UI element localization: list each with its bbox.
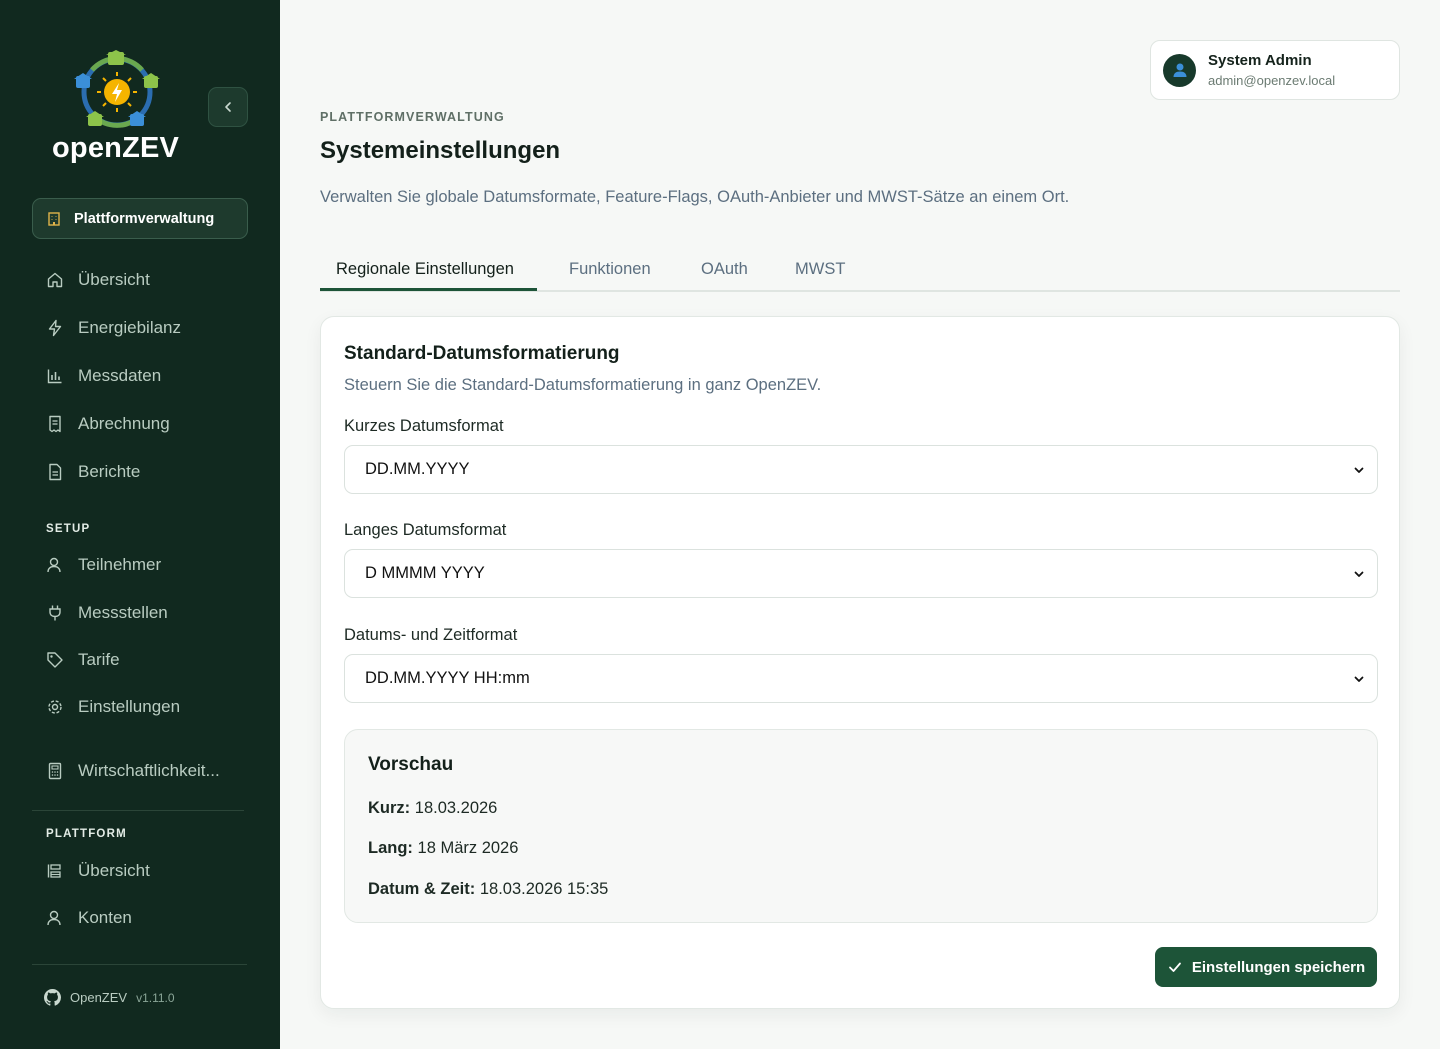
sidebar-footer[interactable]: OpenZEV v1.11.0 xyxy=(44,989,175,1006)
long-date-format-select[interactable]: D MMMM YYYY xyxy=(344,549,1378,598)
user-name: System Admin xyxy=(1208,52,1312,69)
save-settings-button[interactable]: Einstellungen speichern xyxy=(1155,947,1377,987)
sidebar-item-label: Wirtschaftlichkeit... xyxy=(78,761,220,780)
avatar xyxy=(1163,53,1196,87)
sidebar-item-label: Tarife xyxy=(78,650,120,669)
tab-oauth[interactable]: OAuth xyxy=(701,260,748,279)
card-description: Steuern Sie die Standard-Datumsformatier… xyxy=(344,376,822,394)
chevron-down-icon xyxy=(1354,571,1364,577)
platform-section-heading: PLATTFORM xyxy=(46,828,127,840)
sidebar-item-settings[interactable]: Einstellungen xyxy=(32,687,248,727)
sidebar-item-label: Übersicht xyxy=(78,861,150,880)
save-button-label: Einstellungen speichern xyxy=(1191,958,1366,976)
sidebar-item-reports[interactable]: Berichte xyxy=(32,452,248,492)
page-description: Verwalten Sie globale Datumsformate, Fea… xyxy=(320,188,1070,206)
bar-chart-icon xyxy=(47,369,62,384)
preview-label: Kurz: xyxy=(368,799,411,817)
user-icon xyxy=(47,910,61,926)
card-title: Standard-Datumsformatierung xyxy=(344,343,620,364)
platform-admin-pill[interactable]: Plattformverwaltung xyxy=(32,198,248,239)
document-icon xyxy=(49,463,62,481)
logo-mark-icon xyxy=(74,50,160,128)
calculator-icon xyxy=(48,762,62,780)
sidebar-item-metering-points[interactable]: Messstellen xyxy=(32,593,248,633)
building-icon xyxy=(48,211,60,226)
preview-label: Lang: xyxy=(368,839,413,857)
user-icon xyxy=(47,557,61,573)
footer-version: v1.11.0 xyxy=(136,990,175,1005)
sidebar-item-energy-balance[interactable]: Energiebilanz xyxy=(32,308,248,348)
user-menu[interactable]: System Admin admin@openzev.local xyxy=(1150,40,1400,100)
preview-row-datetime: Datum & Zeit: 18.03.2026 15:35 xyxy=(368,880,608,899)
tab-features[interactable]: Funktionen xyxy=(569,260,651,279)
sidebar-item-accounts[interactable]: Konten xyxy=(32,898,248,938)
sidebar-item-label: Berichte xyxy=(78,462,141,481)
active-tab-indicator xyxy=(320,288,537,291)
user-email: admin@openzev.local xyxy=(1208,73,1336,88)
page-title: Systemeinstellungen xyxy=(320,137,561,164)
user-avatar-icon xyxy=(1173,63,1186,77)
collapse-sidebar-button[interactable] xyxy=(208,87,248,127)
sidebar-item-label: Abrechnung xyxy=(78,414,170,433)
preview-row-long: Lang: 18 März 2026 xyxy=(368,839,518,858)
date-format-card: Standard-Datumsformatierung Steuern Sie … xyxy=(320,316,1400,1009)
preview-value: 18.03.2026 xyxy=(414,799,498,817)
sidebar-item-metering-data[interactable]: Messdaten xyxy=(32,356,248,396)
sidebar-item-label: Messdaten xyxy=(78,366,162,385)
sidebar-item-label: Messstellen xyxy=(78,603,168,622)
sidebar-divider xyxy=(32,964,247,965)
tab-regional-settings[interactable]: Regionale Einstellungen xyxy=(336,260,514,279)
preview-row-short: Kurz: 18.03.2026 xyxy=(368,799,497,818)
short-date-format-select[interactable]: DD.MM.YYYY xyxy=(344,445,1378,494)
home-icon xyxy=(47,272,63,288)
sidebar-item-label: Teilnehmer xyxy=(78,555,162,574)
gear-icon xyxy=(48,700,62,714)
sidebar-item-billing[interactable]: Abrechnung xyxy=(32,404,248,444)
preview-label: Datum & Zeit: xyxy=(368,880,476,898)
preview-value: 18 März 2026 xyxy=(417,839,519,857)
chevron-down-icon xyxy=(1354,467,1364,473)
plug-icon xyxy=(49,605,61,621)
sidebar: openZEV Plattformverwaltung Übersicht En… xyxy=(0,0,280,1049)
sidebar-divider xyxy=(32,810,244,811)
preview-value: 18.03.2026 15:35 xyxy=(479,880,609,898)
setup-section-heading: SETUP xyxy=(46,523,91,535)
short-date-format-label: Kurzes Datumsformat xyxy=(344,417,504,435)
settings-tabs: Regionale Einstellungen Funktionen OAuth… xyxy=(320,250,1400,292)
tag-icon xyxy=(47,652,63,668)
select-value: DD.MM.YYYY HH:mm xyxy=(365,669,530,687)
platform-admin-label: Plattformverwaltung xyxy=(74,210,215,227)
page-eyebrow: PLATTFORMVERWALTUNG xyxy=(320,110,505,124)
datetime-format-select[interactable]: DD.MM.YYYY HH:mm xyxy=(344,654,1378,703)
chevron-down-icon xyxy=(1354,676,1364,682)
logo-text: openZEV xyxy=(52,132,180,164)
preview-panel: Vorschau Kurz: 18.03.2026 Lang: 18 März … xyxy=(344,729,1378,923)
sidebar-item-platform-overview[interactable]: Übersicht xyxy=(32,851,248,891)
check-icon xyxy=(1168,962,1181,972)
sidebar-item-participants[interactable]: Teilnehmer xyxy=(32,545,248,585)
select-value: D MMMM YYYY xyxy=(365,564,485,582)
long-date-format-label: Langes Datumsformat xyxy=(344,521,507,539)
sidebar-item-label: Einstellungen xyxy=(78,697,181,716)
sidebar-item-overview[interactable]: Übersicht xyxy=(32,260,248,300)
sidebar-item-label: Energiebilanz xyxy=(78,318,182,337)
dashboard-icon xyxy=(47,864,61,878)
select-value: DD.MM.YYYY xyxy=(365,460,470,478)
receipt-icon xyxy=(49,415,61,433)
tab-vat[interactable]: MWST xyxy=(795,260,845,279)
github-icon xyxy=(44,989,61,1006)
preview-title: Vorschau xyxy=(368,754,454,775)
sidebar-item-tariffs[interactable]: Tarife xyxy=(32,640,248,680)
sidebar-item-profitability[interactable]: Wirtschaftlichkeit... xyxy=(32,751,248,791)
lightning-icon xyxy=(48,319,62,337)
sidebar-item-label: Übersicht xyxy=(78,270,150,289)
footer-app-name: OpenZEV xyxy=(70,990,128,1005)
chevron-left-icon xyxy=(225,102,231,112)
sidebar-item-label: Konten xyxy=(78,908,132,927)
datetime-format-label: Datums- und Zeitformat xyxy=(344,626,518,644)
